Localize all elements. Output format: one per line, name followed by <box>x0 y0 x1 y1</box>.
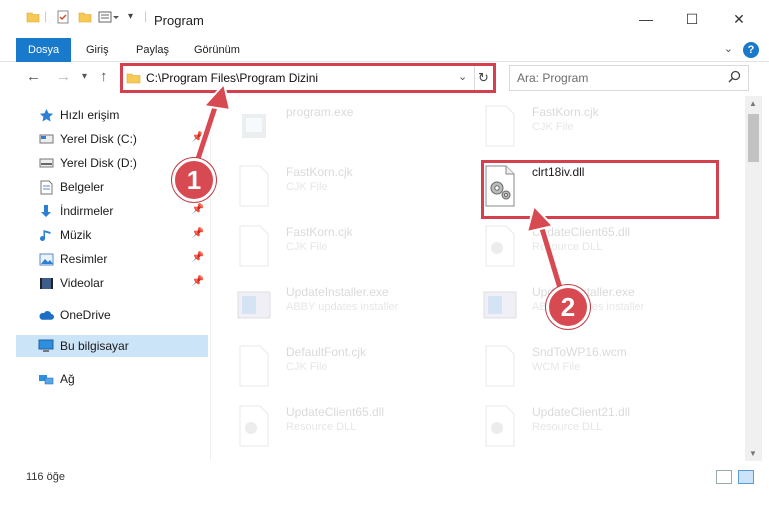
arrow-overlay <box>190 81 568 300</box>
callout-one: 1 <box>172 158 216 202</box>
arrow-one-head <box>202 81 232 112</box>
callout-two: 2 <box>546 285 590 329</box>
arrow-two-head <box>525 204 555 234</box>
